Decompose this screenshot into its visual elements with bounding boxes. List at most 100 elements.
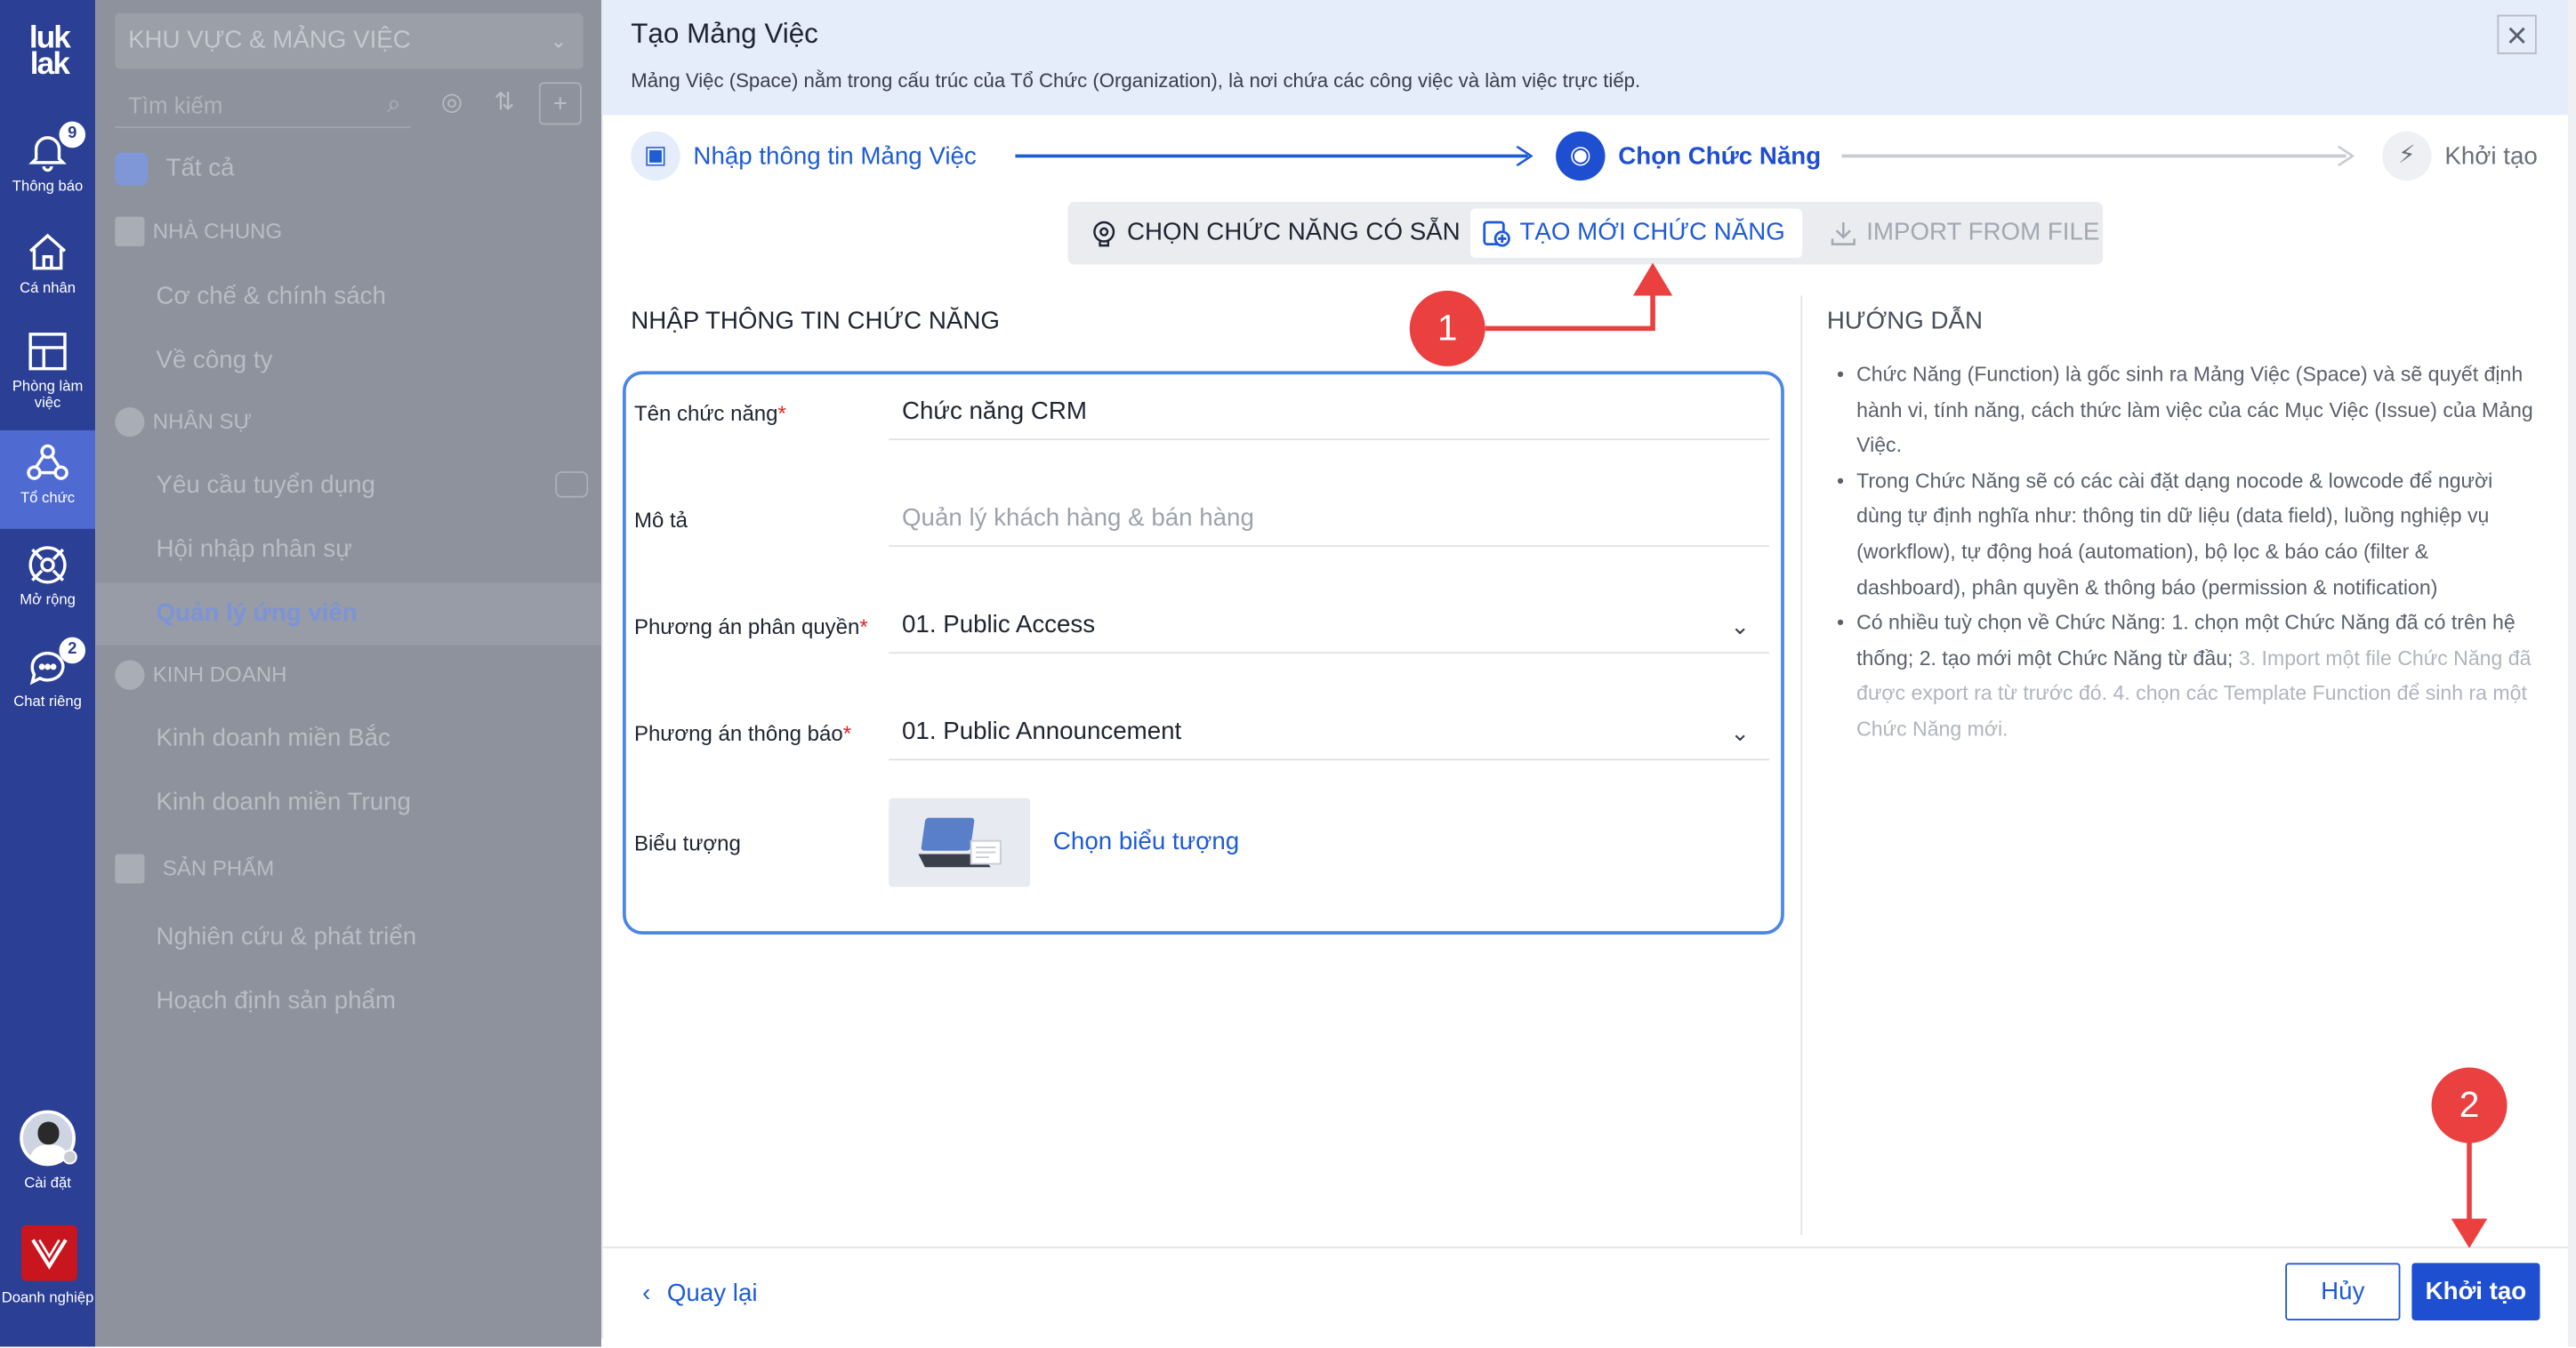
step-choose-function[interactable]: ◉ Chọn Chức Năng <box>1556 131 1835 184</box>
business-logo[interactable] <box>21 1224 77 1281</box>
sort-button[interactable]: ⇅ <box>483 82 526 124</box>
step-connector <box>1841 154 2347 158</box>
vinfast-logo-icon <box>31 1239 68 1270</box>
list-item[interactable]: Cơ chế & chính sách <box>95 266 601 328</box>
tab-create-new[interactable]: TẠO MỚI CHỨC NĂNG <box>1470 208 1803 258</box>
grid-icon <box>115 216 145 247</box>
search-input[interactable]: Tìm kiếm <box>128 92 222 118</box>
notification-select[interactable]: 01. Public Announcement ⌄ <box>889 704 1770 761</box>
laptop-illustration-icon <box>918 817 1002 868</box>
add-space-button[interactable]: + <box>538 82 582 125</box>
lukak-logo[interactable]: luk lak <box>16 23 82 81</box>
settings-label[interactable]: Cài đặt <box>0 1175 95 1191</box>
group-header[interactable]: NHÀ CHUNG <box>95 200 601 262</box>
required-mark: * <box>777 400 786 426</box>
avatar-head <box>37 1121 60 1145</box>
list-item[interactable]: Yêu cầu tuyển dụng <box>95 455 601 518</box>
close-icon: × <box>2506 14 2528 56</box>
dialog-subtitle: Mảng Việc (Space) nằm trong cấu trúc của… <box>631 68 1641 92</box>
list-item-label: Hoạch định sản phẩm <box>156 987 397 1015</box>
description-input[interactable]: Quản lý khách hàng & bán hàng <box>889 491 1770 548</box>
guide-title: HƯỚNG DẪN <box>1826 307 1984 335</box>
step-create[interactable]: ⚡ Khởi tạo <box>2382 131 2563 184</box>
tab-label: CHỌN CHỨC NĂNG CÓ SẴN <box>1127 218 1461 247</box>
list-item[interactable]: Kinh doanh miền Trung <box>95 772 601 834</box>
rail-label: Mở rộng <box>20 590 76 608</box>
group-title: NHÀ CHUNG <box>152 218 283 244</box>
back-button[interactable]: ‹ Quay lại <box>642 1280 757 1307</box>
list-item[interactable]: Hoạch định sản phẩm <box>95 971 601 1033</box>
guide-item: Có nhiều tuỳ chọn về Chức Năng: 1. chọn … <box>1837 606 2540 749</box>
filter-button[interactable]: ◎ <box>431 82 473 124</box>
create-button[interactable]: Khởi tạo <box>2411 1263 2540 1320</box>
function-name-input[interactable]: Chức năng CRM <box>889 384 1770 440</box>
business-label[interactable]: Doanh nghiệp <box>0 1289 95 1305</box>
person-icon <box>115 407 145 437</box>
extension-icon <box>28 546 67 584</box>
download-icon <box>1831 221 1856 245</box>
list-item-label: Kinh doanh miền Trung <box>156 788 411 816</box>
list-item[interactable]: Kinh doanh miền Bắc <box>95 708 601 770</box>
rail-item-notifications[interactable]: 9 Thông báo <box>0 121 95 227</box>
list-item-selected[interactable]: Quản lý ứng viên <box>95 582 602 646</box>
panel-search[interactable]: Tìm kiếm ⌕ <box>115 82 411 129</box>
step-square-icon: ▣ <box>631 131 680 181</box>
list-item[interactable]: Nghiên cứu & phát triển <box>95 907 601 969</box>
rail-item-workspace[interactable]: Phòng làm việc <box>0 328 95 427</box>
field-row-name: Tên chức năng* Chức năng CRM <box>633 384 1770 450</box>
group-header[interactable]: KINH DOANH <box>95 644 601 706</box>
cancel-button[interactable]: Hủy <box>2285 1263 2401 1320</box>
space-panel: KHU VỰC & MẢNG VIỆC ⌄ Tìm kiếm ⌕ ◎ ⇅ + T… <box>95 0 602 1347</box>
group-header[interactable]: SẢN PHẨM <box>95 838 601 900</box>
star-icon <box>115 854 145 884</box>
tab-label: TẠO MỚI CHỨC NĂNG <box>1519 218 1785 247</box>
dialog-title: Tạo Mảng Việc <box>631 18 818 50</box>
list-item-label: Yêu cầu tuyển dụng <box>156 471 375 500</box>
brain-icon <box>1093 221 1115 247</box>
rail-item-extension[interactable]: Mở rộng <box>0 542 95 641</box>
notification-badge: 9 <box>59 121 86 148</box>
group-title: NHÂN SỰ <box>152 408 253 434</box>
organization-icon <box>27 444 68 480</box>
step-label: Khởi tạo <box>2444 142 2538 172</box>
list-item[interactable]: Về công ty <box>95 330 601 392</box>
step-connector <box>1015 154 1528 158</box>
rail-label: Cá nhân <box>20 278 76 296</box>
list-item-label: Hội nhập nhân sự <box>156 535 352 564</box>
list-item[interactable]: Hội nhập nhân sự <box>95 519 601 582</box>
rail-label: Tổ chức <box>20 489 76 506</box>
dialog-footer: ‹ Quay lại Hủy Khởi tạo <box>602 1246 2570 1338</box>
permission-select[interactable]: 01. Public Access ⌄ <box>889 598 1770 654</box>
notify-label: Phương án thông báo <box>633 720 843 746</box>
permission-label: Phương án phân quyền <box>633 614 860 639</box>
add-doc-icon <box>1483 221 1510 247</box>
group-title: SẢN PHẨM <box>162 855 275 880</box>
tab-choose-existing[interactable]: CHỌN CHỨC NĂNG CÓ SẴN <box>1078 209 1466 258</box>
close-button[interactable]: × <box>2497 14 2537 56</box>
field-label: Phương án phân quyền* <box>634 614 868 639</box>
field-row-icon: Biểu tượng Chọn biểu tượng <box>634 798 1767 890</box>
name-label: Tên chức năng <box>633 400 778 426</box>
step-enter-space-info[interactable]: ▣ Nhập thông tin Mảng Việc <box>631 131 1009 184</box>
notify-value: 01. Public Announcement <box>902 718 1182 746</box>
nav-all[interactable]: Tất cả <box>95 138 601 200</box>
space-selector[interactable]: KHU VỰC & MẢNG VIỆC ⌄ <box>115 12 584 69</box>
function-icon-preview[interactable] <box>889 798 1031 887</box>
rail-label: Phòng làm việc <box>12 377 84 411</box>
home-icon <box>29 233 67 270</box>
back-label: Quay lại <box>666 1279 758 1308</box>
required-mark: * <box>859 614 868 639</box>
function-tabs: CHỌN CHỨC NĂNG CÓ SẴN TẠO MỚI CHỨC NĂNG … <box>1067 202 2104 265</box>
rail-item-personal[interactable]: Cá nhân <box>0 230 95 329</box>
choose-icon-link[interactable]: Chọn biểu tượng <box>1053 828 1239 855</box>
rail-item-chat[interactable]: 2 Chat riêng <box>0 637 95 742</box>
function-form: Tên chức năng* Chức năng CRM Mô tả Quản … <box>623 371 1784 935</box>
group-header[interactable]: NHÂN SỰ <box>95 391 601 453</box>
search-icon: ⌕ <box>387 90 401 118</box>
tab-import-file[interactable]: IMPORT FROM FILE <box>1817 209 2099 258</box>
chevron-down-icon: ⌄ <box>1730 718 1751 746</box>
rail-item-organization[interactable]: Tổ chức <box>0 429 96 529</box>
field-row-description: Mô tả Quản lý khách hàng & bán hàng <box>633 491 1770 557</box>
field-label: Mô tả <box>633 507 688 533</box>
recruit-icon[interactable] <box>555 471 589 498</box>
